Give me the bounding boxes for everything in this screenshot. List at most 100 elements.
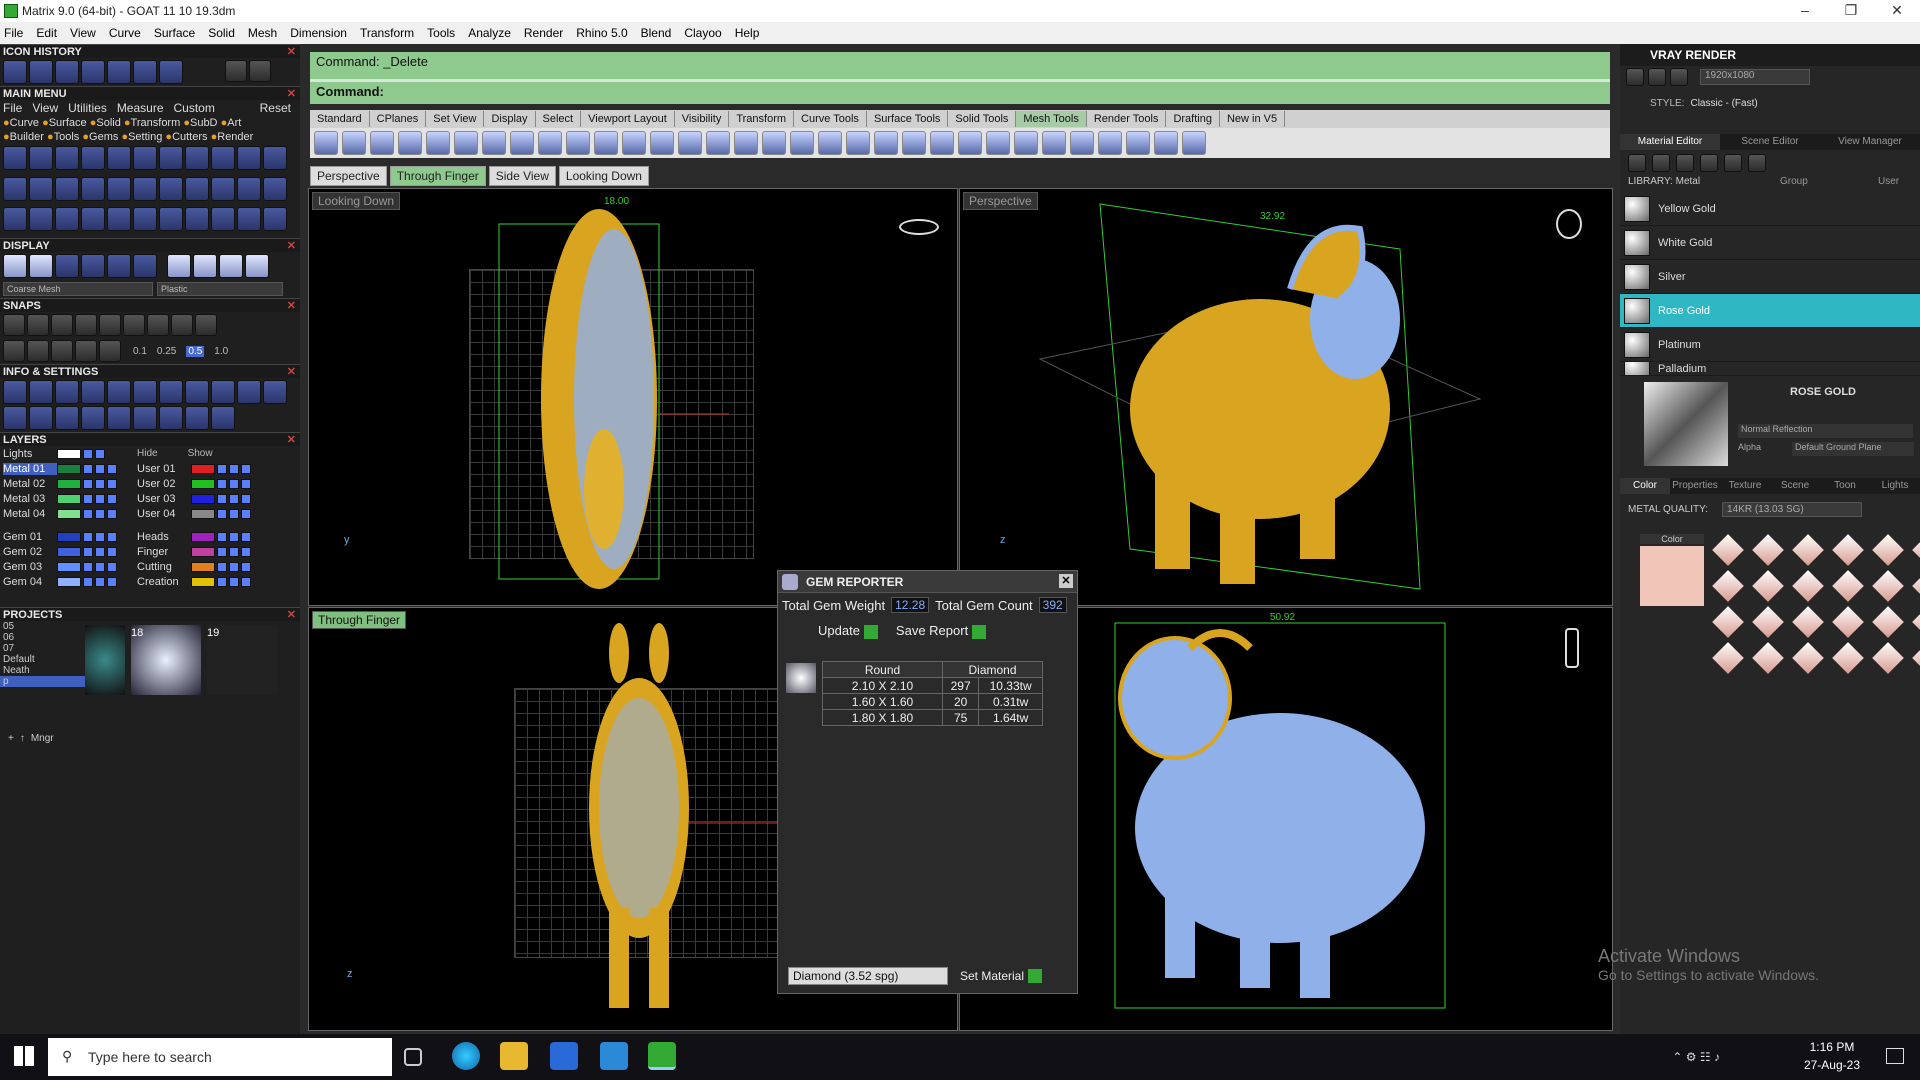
mesh-tool-icon[interactable] bbox=[706, 131, 730, 155]
layer-toggle[interactable] bbox=[241, 463, 251, 474]
menu-file[interactable]: File bbox=[4, 26, 23, 40]
settings-icon[interactable] bbox=[185, 380, 209, 404]
close-icon[interactable]: ✕ bbox=[287, 239, 296, 253]
layer-toggle[interactable] bbox=[107, 508, 117, 519]
layer-color-swatch[interactable] bbox=[191, 531, 215, 542]
toolbar-tab[interactable]: Select bbox=[536, 111, 582, 127]
layer-toggle[interactable] bbox=[107, 463, 117, 474]
shape-icon[interactable] bbox=[81, 176, 105, 201]
material-item-selected[interactable]: Rose Gold bbox=[1620, 294, 1920, 328]
color-swatch-option[interactable] bbox=[1832, 642, 1864, 674]
grid-icon[interactable] bbox=[99, 340, 121, 362]
main-menu-item[interactable]: View bbox=[32, 101, 58, 115]
main-menu-item[interactable]: Measure bbox=[117, 101, 164, 115]
material-item[interactable]: White Gold bbox=[1620, 226, 1920, 260]
manager-button[interactable]: Mngr bbox=[31, 733, 54, 744]
shape-icon[interactable] bbox=[107, 146, 131, 170]
settings-icon[interactable] bbox=[133, 380, 157, 404]
task-view-icon[interactable] bbox=[404, 1048, 422, 1066]
material-type-icon[interactable] bbox=[1724, 154, 1742, 172]
toolbar-tab[interactable]: Visibility bbox=[675, 111, 730, 127]
tray-icons[interactable]: ⌃ ⚙ ☷ ♪ bbox=[1672, 1050, 1720, 1064]
layer-toggle[interactable] bbox=[107, 561, 117, 572]
menu-subd-item[interactable]: SubD bbox=[190, 117, 218, 129]
mesh-tool-icon[interactable] bbox=[1182, 131, 1206, 155]
settings-icon[interactable] bbox=[159, 380, 183, 404]
shape-icon[interactable] bbox=[263, 176, 287, 201]
color-swatch-option[interactable] bbox=[1712, 642, 1744, 674]
mesh-tool-icon[interactable] bbox=[314, 131, 338, 155]
material-type-icon[interactable] bbox=[1652, 154, 1670, 172]
shape-icon[interactable] bbox=[263, 146, 287, 170]
layer-name[interactable]: Gem 03 bbox=[3, 561, 57, 573]
mesh-tool-icon[interactable] bbox=[454, 131, 478, 155]
settings-icon[interactable] bbox=[107, 380, 131, 404]
color-swatch-option[interactable] bbox=[1792, 606, 1824, 638]
color-swatch-option[interactable] bbox=[1912, 534, 1920, 566]
shape-icon[interactable] bbox=[55, 176, 79, 201]
close-icon[interactable]: ✕ bbox=[287, 433, 296, 447]
render-icon[interactable] bbox=[1648, 68, 1666, 86]
viewport-perspective[interactable]: Perspective 32.92 z bbox=[959, 188, 1613, 606]
layer-name[interactable]: Metal 04 bbox=[3, 508, 57, 520]
toolbar-tab[interactable]: Viewport Layout bbox=[581, 111, 675, 127]
layer-name[interactable]: Gem 01 bbox=[3, 531, 57, 543]
layer-color-swatch[interactable] bbox=[57, 493, 81, 504]
table-row[interactable]: 2.10 X 2.10 297 10.33tw bbox=[822, 677, 1043, 694]
snap-icon[interactable] bbox=[99, 314, 121, 336]
tab-properties[interactable]: Properties bbox=[1670, 478, 1720, 494]
shape-icon[interactable] bbox=[185, 207, 209, 232]
settings-icon[interactable] bbox=[133, 406, 157, 430]
mesh-tool-icon[interactable] bbox=[426, 131, 450, 155]
mail-icon[interactable] bbox=[600, 1042, 628, 1070]
mesh-tool-icon[interactable] bbox=[818, 131, 842, 155]
layer-toggle[interactable] bbox=[241, 508, 251, 519]
layer-toggle[interactable] bbox=[229, 576, 239, 587]
project-item[interactable]: Neath bbox=[0, 665, 85, 676]
shape-icon[interactable] bbox=[81, 207, 105, 232]
mesh-tool-icon[interactable] bbox=[1126, 131, 1150, 155]
arrow-left-icon[interactable] bbox=[225, 60, 247, 82]
display-mode-icon[interactable] bbox=[107, 254, 131, 278]
viewport-looking-down[interactable]: Looking Down 18.00 y bbox=[308, 188, 958, 606]
toolbar-tab[interactable]: Solid Tools bbox=[948, 111, 1017, 127]
material-dropdown[interactable]: Plastic bbox=[157, 282, 283, 296]
settings-icon[interactable] bbox=[3, 380, 27, 404]
settings-icon[interactable] bbox=[211, 406, 235, 430]
tab-through-finger[interactable]: Through Finger bbox=[389, 166, 486, 186]
layer-name[interactable]: User 03 bbox=[137, 493, 191, 505]
layer-name[interactable]: Finger bbox=[137, 546, 191, 558]
mesh-tool-icon[interactable] bbox=[1042, 131, 1066, 155]
hide-button[interactable]: Hide bbox=[137, 448, 158, 459]
toolbar-tab[interactable]: Mesh Tools bbox=[1016, 111, 1087, 127]
lights-toggle[interactable] bbox=[83, 448, 93, 459]
menu-transform-item[interactable]: Transform bbox=[131, 117, 181, 129]
material-sphere-icon[interactable] bbox=[219, 254, 243, 278]
menu-gems-item[interactable]: Gems bbox=[89, 131, 118, 143]
layer-name[interactable]: User 02 bbox=[137, 478, 191, 490]
close-button[interactable]: ✕ bbox=[1874, 0, 1920, 22]
mesh-dropdown[interactable]: Coarse Mesh bbox=[3, 282, 153, 296]
snap-value[interactable]: 0.1 bbox=[133, 346, 147, 357]
set-material-button[interactable]: Set Material bbox=[960, 969, 1043, 984]
shape-icon[interactable] bbox=[159, 146, 183, 170]
menu-builder-item[interactable]: Builder bbox=[10, 131, 44, 143]
metal-quality-dropdown[interactable]: 14KR (13.03 SG) bbox=[1722, 501, 1863, 517]
layer-name[interactable]: User 04 bbox=[137, 508, 191, 520]
color-swatch-option[interactable] bbox=[1792, 534, 1824, 566]
material-type-icon[interactable] bbox=[1700, 154, 1718, 172]
layer-toggle[interactable] bbox=[83, 493, 93, 504]
render-icon[interactable] bbox=[1670, 68, 1688, 86]
layer-toggle[interactable] bbox=[229, 463, 239, 474]
mesh-tool-icon[interactable] bbox=[762, 131, 786, 155]
layer-color-swatch[interactable] bbox=[191, 493, 215, 504]
layer-toggle[interactable] bbox=[217, 561, 227, 572]
color-swatch-option[interactable] bbox=[1872, 534, 1904, 566]
layer-toggle[interactable] bbox=[241, 478, 251, 489]
layer-name[interactable]: Metal 02 bbox=[3, 478, 57, 490]
shape-icon[interactable] bbox=[133, 207, 157, 232]
tab-view-manager[interactable]: View Manager bbox=[1820, 134, 1920, 150]
shape-icon[interactable] bbox=[81, 146, 105, 170]
layer-toggle[interactable] bbox=[107, 531, 117, 542]
menu-setting-item[interactable]: Setting bbox=[128, 131, 162, 143]
